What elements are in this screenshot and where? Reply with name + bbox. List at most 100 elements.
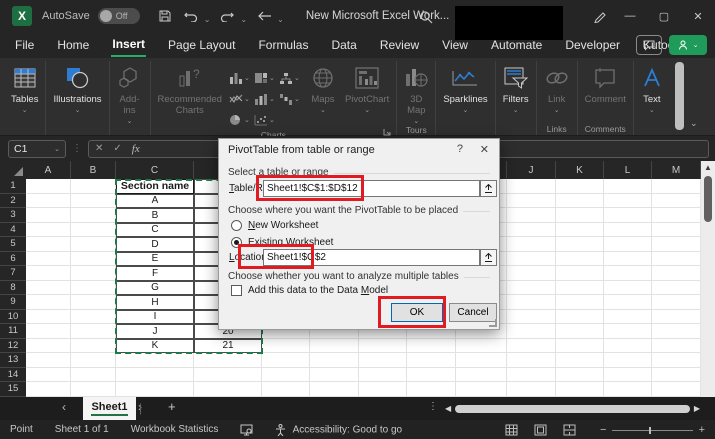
cell-L6[interactable]	[604, 252, 652, 267]
cell-K3[interactable]	[556, 208, 604, 223]
cell-J6[interactable]	[507, 252, 556, 267]
zoom-slider-knob[interactable]	[649, 427, 651, 434]
share-button[interactable]: ⌄	[669, 35, 707, 55]
cell-K7[interactable]	[556, 266, 604, 281]
tables-button[interactable]: Tables ⌄	[6, 61, 43, 114]
cell-L4[interactable]	[604, 223, 652, 238]
cell-I14[interactable]	[456, 368, 507, 383]
ribbon-scrollbar[interactable]	[675, 62, 684, 130]
sheet-count[interactable]: Sheet 1 of 1	[55, 424, 109, 435]
zoom-in-button[interactable]: +	[699, 424, 705, 436]
cell-A1[interactable]	[26, 179, 71, 194]
cell-J13[interactable]	[507, 353, 556, 368]
cell-C7[interactable]: F	[116, 266, 194, 281]
sheet-tab-sheet1[interactable]: Sheet1	[83, 397, 136, 420]
cell-L5[interactable]	[604, 237, 652, 252]
cell-K15[interactable]	[556, 382, 604, 397]
addins-button[interactable]: Add- ins ⌄	[112, 61, 148, 125]
cell-M14[interactable]	[652, 368, 701, 383]
location-collapse-button[interactable]	[480, 249, 497, 266]
row-header-5[interactable]: 5	[0, 237, 26, 252]
cell-D13[interactable]	[194, 353, 262, 368]
editing-mode-button[interactable]	[589, 5, 611, 27]
cell-K4[interactable]	[556, 223, 604, 238]
cell-L3[interactable]	[604, 208, 652, 223]
maximize-button[interactable]: ▢	[647, 0, 681, 32]
cell-K6[interactable]	[556, 252, 604, 267]
cell-G12[interactable]	[359, 339, 407, 354]
cell-M15[interactable]	[652, 382, 701, 397]
cell-L14[interactable]	[604, 368, 652, 383]
tab-developer[interactable]: Developer	[564, 34, 621, 56]
cell-B13[interactable]	[71, 353, 116, 368]
cell-L1[interactable]	[604, 179, 652, 194]
row-header-8[interactable]: 8	[0, 281, 26, 296]
close-button[interactable]: ✕	[681, 0, 715, 32]
tab-review[interactable]: Review	[379, 34, 420, 56]
column-header-m[interactable]: M	[652, 161, 701, 179]
cell-B6[interactable]	[71, 252, 116, 267]
waterfall-chart-button[interactable]: ⌄	[279, 88, 304, 109]
column-header-b[interactable]: B	[71, 161, 116, 179]
cell-M12[interactable]	[652, 339, 701, 354]
cell-L15[interactable]	[604, 382, 652, 397]
redo-button[interactable]	[216, 5, 238, 27]
horizontal-scrollbar[interactable]: ◀ ▶	[445, 403, 700, 414]
cell-J12[interactable]	[507, 339, 556, 354]
text-button[interactable]: Text ⌄	[636, 61, 668, 114]
add-sheet-button[interactable]: +	[168, 399, 176, 414]
cell-C15[interactable]	[116, 382, 194, 397]
row-header-15[interactable]: 15	[0, 382, 26, 397]
column-header-j[interactable]: J	[507, 161, 556, 179]
cell-E12[interactable]	[262, 339, 310, 354]
cell-J11[interactable]	[507, 324, 556, 339]
accessibility-status[interactable]: Accessibility: Good to go	[275, 424, 402, 436]
cell-A13[interactable]	[26, 353, 71, 368]
cell-H14[interactable]	[407, 368, 456, 383]
column-header-c[interactable]: C	[116, 161, 194, 179]
cell-B2[interactable]	[71, 194, 116, 209]
cell-B12[interactable]	[71, 339, 116, 354]
cell-M7[interactable]	[652, 266, 701, 281]
cell-A14[interactable]	[26, 368, 71, 383]
bar-chart-button[interactable]: ⌄	[254, 88, 279, 109]
row-header-10[interactable]: 10	[0, 310, 26, 325]
3d-map-button[interactable]: 3D Map ⌄	[399, 61, 433, 125]
cell-M8[interactable]	[652, 281, 701, 296]
cell-J14[interactable]	[507, 368, 556, 383]
cell-B3[interactable]	[71, 208, 116, 223]
redo-chevron-icon[interactable]: ⌄	[240, 15, 247, 24]
treemap-chart-button[interactable]: ⌄	[254, 67, 279, 88]
cell-J3[interactable]	[507, 208, 556, 223]
horizontal-scroll-thumb[interactable]	[455, 405, 690, 413]
column-header-l[interactable]: L	[604, 161, 652, 179]
filters-button[interactable]: Filters ⌄	[498, 61, 534, 114]
display-settings-icon[interactable]	[240, 424, 253, 436]
normal-view-icon[interactable]	[505, 423, 518, 439]
collapse-ribbon-chevron-icon[interactable]: ⌄	[690, 118, 698, 129]
cell-C13[interactable]	[116, 353, 194, 368]
data-model-checkbox[interactable]	[231, 285, 242, 296]
undo-chevron-icon[interactable]: ⌄	[204, 15, 211, 24]
tab-insert[interactable]: Insert	[111, 33, 146, 57]
cell-J7[interactable]	[507, 266, 556, 281]
cell-J2[interactable]	[507, 194, 556, 209]
pivotchart-button[interactable]: PivotChart ⌄	[340, 61, 394, 114]
hierarchy-chart-button[interactable]: ⌄	[279, 67, 304, 88]
cell-H15[interactable]	[407, 382, 456, 397]
table-range-collapse-button[interactable]	[480, 180, 497, 197]
row-header-1[interactable]: 1	[0, 179, 26, 194]
zoom-out-button[interactable]: −	[600, 424, 606, 436]
tab-file[interactable]: File	[14, 34, 35, 56]
cell-C1[interactable]: Section name	[116, 179, 194, 194]
cell-A5[interactable]	[26, 237, 71, 252]
select-all-corner[interactable]	[0, 161, 26, 179]
dialog-help-button[interactable]: ?	[457, 143, 463, 155]
row-header-13[interactable]: 13	[0, 353, 26, 368]
row-header-4[interactable]: 4	[0, 223, 26, 238]
sheetbar-kebab-icon[interactable]: ⋮	[428, 401, 438, 412]
cell-G14[interactable]	[359, 368, 407, 383]
cell-F15[interactable]	[310, 382, 359, 397]
row-header-11[interactable]: 11	[0, 324, 26, 339]
cell-M3[interactable]	[652, 208, 701, 223]
